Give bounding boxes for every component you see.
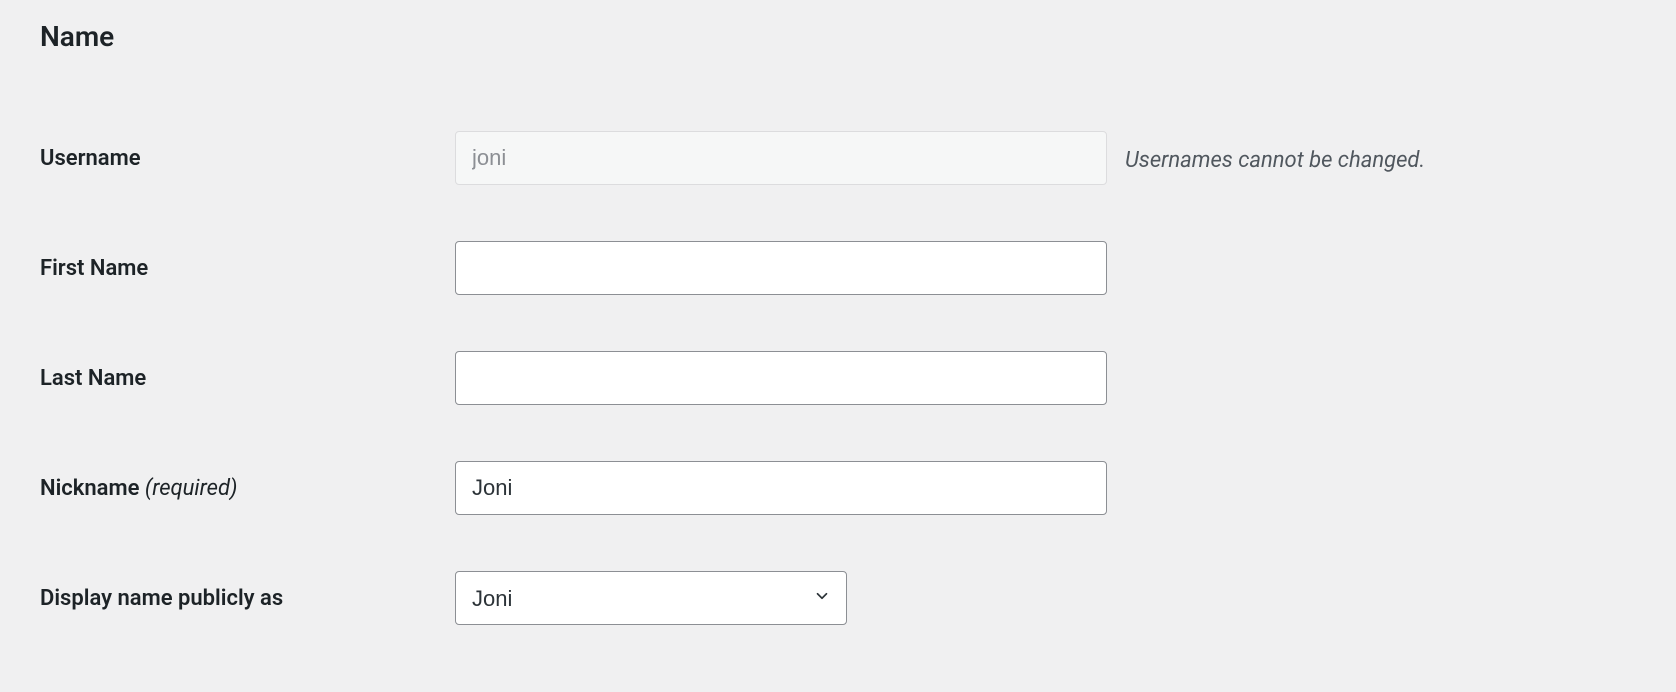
username-label: Username xyxy=(40,146,141,171)
nickname-label-text: Nickname xyxy=(40,476,145,501)
display-name-label: Display name publicly as xyxy=(40,586,283,611)
nickname-label: Nickname (required) xyxy=(40,476,237,501)
first-name-label: First Name xyxy=(40,256,148,281)
last-name-input[interactable] xyxy=(455,351,1107,405)
first-name-input[interactable] xyxy=(455,241,1107,295)
display-name-select[interactable]: Joni xyxy=(455,571,847,625)
nickname-input[interactable] xyxy=(455,461,1107,515)
section-heading-name: Name xyxy=(40,20,1636,53)
nickname-required-note: (required) xyxy=(145,476,238,501)
last-name-label: Last Name xyxy=(40,366,146,391)
username-note: Usernames cannot be changed. xyxy=(1125,148,1425,173)
name-form-table: Username Usernames cannot be changed. Fi… xyxy=(40,103,1636,653)
username-input xyxy=(455,131,1107,185)
